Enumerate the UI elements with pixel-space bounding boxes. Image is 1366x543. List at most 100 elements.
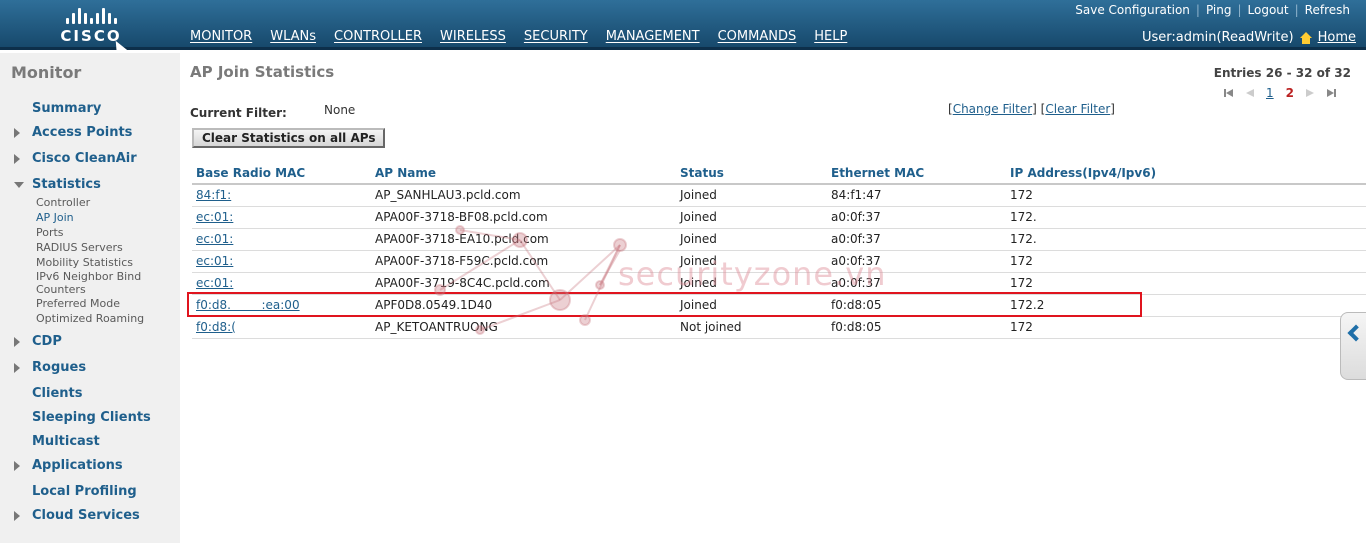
nav-commands[interactable]: COMMANDS bbox=[709, 29, 806, 44]
column-header-ap-name: AP Name bbox=[371, 163, 676, 185]
ip-address-cell: 172 bbox=[1006, 272, 1366, 295]
highlight-box bbox=[187, 292, 1142, 317]
column-header-ethernet-mac: Ethernet MAC bbox=[827, 163, 1006, 185]
ap-name-cell: AP_SANHLAU3.pcld.com bbox=[371, 184, 676, 207]
base-radio-mac-link[interactable]: ec:01: bbox=[192, 272, 371, 295]
collapse-arrow-icon[interactable] bbox=[14, 182, 24, 188]
base-radio-mac-link[interactable]: ec:01: bbox=[192, 250, 371, 273]
ip-address-cell: 172 bbox=[1006, 316, 1366, 339]
base-radio-mac-link[interactable]: ec:01: bbox=[192, 206, 371, 229]
base-radio-mac-link[interactable]: f0:d8:( bbox=[192, 316, 371, 339]
status-cell: Joined bbox=[676, 250, 827, 273]
sidebar-item-label: Access Points bbox=[32, 125, 133, 140]
status-cell: Joined bbox=[676, 228, 827, 251]
save-configuration-link[interactable]: Save Configuration bbox=[1069, 3, 1196, 17]
sidebar-item-applications[interactable]: Applications bbox=[14, 458, 123, 473]
sidebar-item-clients[interactable]: Clients bbox=[32, 386, 82, 401]
current-filter-value: None bbox=[324, 103, 356, 117]
sidebar-subitem-ipv6-neighbor-bind-counters[interactable]: IPv6 Neighbor Bind Counters bbox=[36, 270, 156, 296]
sidebar-item-access-points[interactable]: Access Points bbox=[14, 125, 133, 140]
ethernet-mac-cell: a0:0f:37 bbox=[827, 250, 1006, 273]
table-header-row: Base Radio MAC AP Name Status Ethernet M… bbox=[192, 163, 1366, 185]
sidebar-item-sleeping-clients[interactable]: Sleeping Clients bbox=[32, 410, 151, 425]
expand-arrow-icon[interactable] bbox=[14, 363, 20, 373]
ethernet-mac-cell: 84:f1:47 bbox=[827, 184, 1006, 207]
status-cell: Joined bbox=[676, 184, 827, 207]
sidebar-title: Monitor bbox=[11, 63, 82, 82]
filter-links: [Change Filter] [Clear Filter] bbox=[948, 102, 1115, 116]
first-page-icon[interactable] bbox=[1224, 88, 1234, 98]
sidebar: Monitor Summary Access Points Cisco Clea… bbox=[0, 53, 180, 543]
expand-arrow-icon[interactable] bbox=[14, 461, 20, 471]
sidebar-item-local-profiling[interactable]: Local Profiling bbox=[32, 484, 137, 499]
ap-name-cell: APA00F-3718-EA10.pcld.com bbox=[371, 228, 676, 251]
cisco-logo-bars-icon bbox=[56, 6, 126, 24]
nav-management[interactable]: MANAGEMENT bbox=[597, 29, 709, 44]
table-row: ec:01: APA00F-3719-8C4C.pcld.com Joined … bbox=[192, 272, 1366, 295]
nav-help[interactable]: HELP bbox=[805, 29, 856, 44]
status-cell: Joined bbox=[676, 272, 827, 295]
sidebar-item-label: Statistics bbox=[32, 177, 101, 192]
current-page: 2 bbox=[1285, 86, 1294, 100]
sidebar-item-rogues[interactable]: Rogues bbox=[14, 360, 87, 375]
base-radio-mac-link[interactable]: 84:f1: bbox=[192, 184, 371, 207]
nav-wlans[interactable]: WLANs bbox=[261, 29, 325, 44]
nav-wireless[interactable]: WIRELESS bbox=[431, 29, 515, 44]
column-header-ip-address: IP Address(Ipv4/Ipv6) bbox=[1006, 163, 1366, 185]
clear-filter-link[interactable]: Clear Filter bbox=[1045, 102, 1110, 116]
sidebar-item-label: Cloud Services bbox=[32, 508, 140, 523]
previous-page-icon bbox=[1246, 89, 1254, 97]
nav-controller[interactable]: CONTROLLER bbox=[325, 29, 431, 44]
sidebar-item-cloud-services[interactable]: Cloud Services bbox=[14, 508, 140, 523]
expand-arrow-icon[interactable] bbox=[14, 337, 20, 347]
sidebar-item-multicast[interactable]: Multicast bbox=[32, 434, 100, 449]
home-link[interactable]: Home bbox=[1318, 30, 1356, 45]
sidebar-item-summary[interactable]: Summary bbox=[32, 101, 101, 116]
sidebar-item-label: Clients bbox=[32, 386, 83, 401]
table-row: f0:d8:( AP_KETOANTRUONG Not joined f0:d8… bbox=[192, 316, 1366, 339]
sidebar-subitem-preferred-mode[interactable]: Preferred Mode bbox=[36, 297, 120, 310]
sidebar-subitem-mobility-statistics[interactable]: Mobility Statistics bbox=[36, 256, 133, 269]
home-icon[interactable] bbox=[1299, 31, 1312, 44]
sidebar-subitem-radius-servers[interactable]: RADIUS Servers bbox=[36, 241, 123, 254]
column-header-status: Status bbox=[676, 163, 827, 185]
sidebar-subitem-controller[interactable]: Controller bbox=[36, 196, 90, 209]
header-bar: CISCO Save Configuration | Ping | Logout… bbox=[0, 0, 1366, 50]
nav-security[interactable]: SECURITY bbox=[515, 29, 597, 44]
page-link-1[interactable]: 1 bbox=[1266, 86, 1274, 100]
current-filter-label: Current Filter: bbox=[190, 106, 287, 120]
sidebar-item-statistics[interactable]: Statistics bbox=[14, 177, 101, 192]
sidebar-subitem-optimized-roaming[interactable]: Optimized Roaming bbox=[36, 312, 144, 325]
sidebar-item-cdp[interactable]: CDP bbox=[14, 334, 62, 349]
sidebar-item-label: Sleeping Clients bbox=[32, 410, 151, 425]
sidebar-item-cisco-cleanair[interactable]: Cisco CleanAir bbox=[14, 151, 137, 166]
change-filter-link[interactable]: Change Filter bbox=[953, 102, 1032, 116]
ip-address-cell: 172. bbox=[1006, 206, 1366, 229]
expand-arrow-icon[interactable] bbox=[14, 128, 20, 138]
refresh-link[interactable]: Refresh bbox=[1299, 3, 1356, 17]
sidebar-item-label: Rogues bbox=[32, 360, 87, 375]
ethernet-mac-cell: f0:d8:05 bbox=[827, 316, 1006, 339]
logout-link[interactable]: Logout bbox=[1242, 3, 1295, 17]
nav-monitor[interactable]: MONITOR bbox=[181, 29, 261, 44]
table-row: ec:01: APA00F-3718-BF08.pcld.com Joined … bbox=[192, 206, 1366, 229]
sidebar-item-label: Local Profiling bbox=[32, 484, 137, 499]
sidebar-subitem-ap-join[interactable]: AP Join bbox=[36, 211, 74, 224]
sidebar-subitem-ports[interactable]: Ports bbox=[36, 226, 64, 239]
expand-arrow-icon[interactable] bbox=[14, 154, 20, 164]
ethernet-mac-cell: a0:0f:37 bbox=[827, 272, 1006, 295]
main-nav: MONITOR WLANs CONTROLLER WIRELESS SECURI… bbox=[181, 29, 856, 44]
sidebar-item-label: Summary bbox=[32, 101, 102, 116]
base-radio-mac-link[interactable]: ec:01: bbox=[192, 228, 371, 251]
expand-arrow-icon[interactable] bbox=[14, 511, 20, 521]
cisco-logo: CISCO bbox=[56, 6, 126, 45]
ethernet-mac-cell: a0:0f:37 bbox=[827, 206, 1006, 229]
table-row: ec:01: APA00F-3718-F59C.pcld.com Joined … bbox=[192, 250, 1366, 273]
ethernet-mac-cell: a0:0f:37 bbox=[827, 228, 1006, 251]
side-panel-toggle[interactable] bbox=[1340, 312, 1366, 380]
table-row: ec:01: APA00F-3718-EA10.pcld.com Joined … bbox=[192, 228, 1366, 251]
clear-statistics-button[interactable]: Clear Statistics on all APs bbox=[192, 128, 386, 148]
ping-link[interactable]: Ping bbox=[1200, 3, 1238, 17]
last-page-icon[interactable] bbox=[1326, 88, 1336, 98]
page-title: AP Join Statistics bbox=[190, 63, 335, 81]
